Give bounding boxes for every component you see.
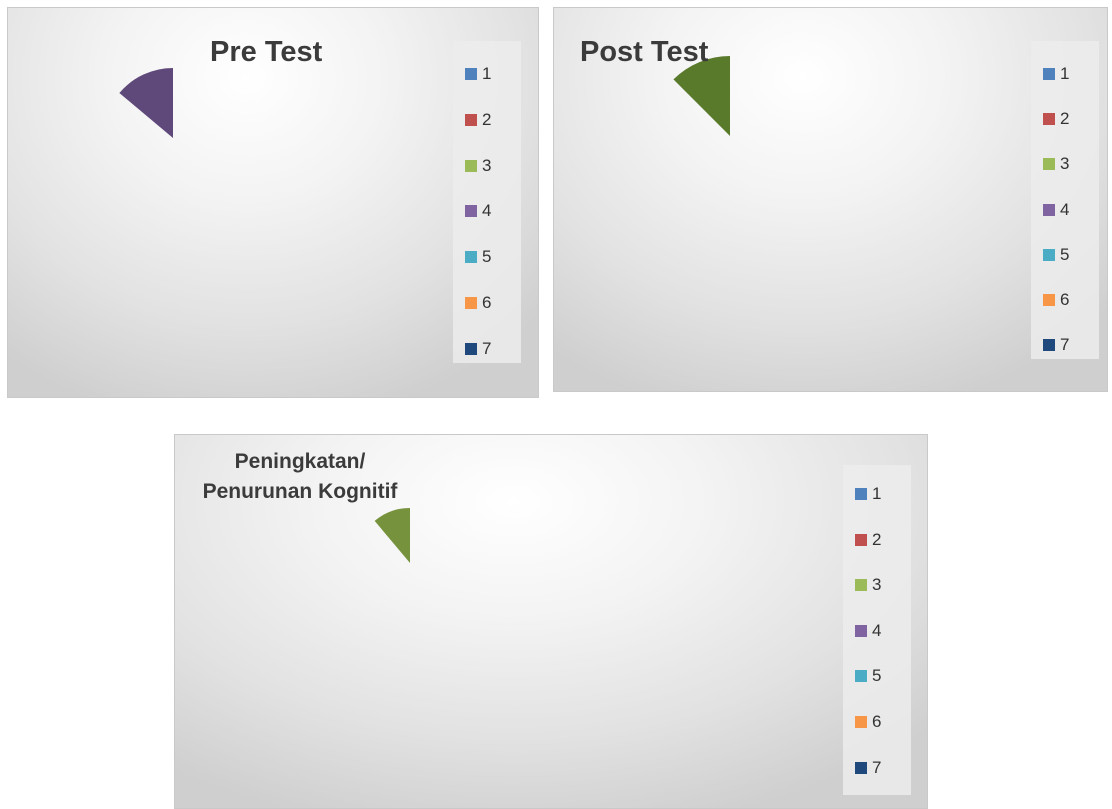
legend-label: 5 — [482, 247, 492, 267]
legend-item-3: 3 — [855, 575, 881, 595]
legend-label: 5 — [872, 666, 882, 686]
legend-item-2: 2 — [465, 110, 491, 130]
legend-label: 4 — [872, 620, 882, 640]
legend-item-7: 7 — [465, 339, 491, 359]
legend-swatch-icon — [1043, 339, 1055, 352]
figure: Pre Test 1 2 3 4 5 6 7 Post Test 1 2 3 4 5 6 7 Penin… — [0, 0, 1112, 809]
legend-swatch-icon — [1043, 248, 1055, 261]
legend-swatch-icon — [1043, 158, 1055, 171]
chart-title-line-1: Peningkatan/ — [234, 450, 366, 473]
pie-slice-4 — [119, 68, 173, 138]
legend-swatch-icon — [465, 342, 477, 355]
legend-swatch-icon — [1043, 294, 1055, 306]
legend-item-3: 3 — [465, 156, 491, 176]
legend-item-6: 6 — [465, 293, 491, 313]
legend-swatch-icon — [855, 670, 867, 683]
legend-item-6: 6 — [1043, 290, 1069, 310]
legend-item-1: 1 — [465, 64, 491, 84]
legend-label: 2 — [1060, 109, 1070, 129]
chart-title: Peningkatan/ Penurunan Kognitif — [175, 447, 425, 507]
legend-swatch-icon — [855, 761, 867, 774]
legend-swatch-icon — [855, 716, 867, 728]
legend-item-7: 7 — [1043, 335, 1069, 355]
legend-label: 4 — [1060, 199, 1070, 219]
legend-label: 1 — [482, 64, 492, 83]
chart-title: Pre Test — [210, 36, 322, 69]
chart-title-line-2: Penurunan Kognitif — [202, 480, 398, 503]
legend-label: 6 — [1060, 290, 1070, 309]
legend-label: 3 — [1060, 154, 1070, 174]
chart-title-text: Post Test — [580, 36, 709, 68]
legend-item-1: 1 — [855, 484, 881, 504]
legend-swatch-icon — [855, 579, 867, 592]
legend-item-2: 2 — [1043, 109, 1069, 129]
legend-label: 1 — [1060, 64, 1070, 83]
legend-item-7: 7 — [855, 758, 881, 778]
legend-item-5: 5 — [465, 247, 491, 267]
legend-label: 6 — [482, 293, 492, 312]
legend-item-5: 5 — [855, 666, 881, 686]
legend-swatch-icon — [855, 488, 867, 500]
legend-swatch-icon — [465, 68, 477, 80]
legend-label: 3 — [482, 155, 492, 175]
legend-swatch-icon — [465, 297, 477, 309]
legend-item-4: 4 — [465, 201, 491, 221]
legend-label: 4 — [482, 201, 492, 221]
legend-swatch-icon — [855, 533, 867, 546]
legend-item-6: 6 — [855, 712, 881, 732]
legend-swatch-icon — [465, 205, 477, 218]
legend-item-3: 3 — [1043, 154, 1069, 174]
legend-item-4: 4 — [855, 621, 881, 641]
legend: 1 2 3 4 5 6 7 — [843, 465, 911, 795]
pie-slice-3 — [374, 508, 410, 563]
legend-label: 2 — [872, 529, 882, 549]
legend-swatch-icon — [465, 159, 477, 172]
legend-label: 5 — [1060, 244, 1070, 264]
pre-test-chart: Pre Test 1 2 3 4 5 6 7 — [7, 7, 539, 398]
legend-swatch-icon — [1043, 113, 1055, 126]
legend-item-2: 2 — [855, 530, 881, 550]
legend-label: 2 — [482, 109, 492, 129]
legend-label: 6 — [872, 712, 882, 731]
legend-label: 7 — [1060, 335, 1070, 355]
legend-swatch-icon — [465, 113, 477, 126]
chart-title: Post Test — [580, 36, 708, 69]
legend-swatch-icon — [1043, 203, 1055, 216]
legend-item-5: 5 — [1043, 245, 1069, 265]
legend-label: 7 — [482, 338, 492, 358]
chart-title-text: Pre Test — [210, 36, 323, 68]
legend-label: 3 — [872, 575, 882, 595]
legend: 1 2 3 4 5 6 7 — [1031, 41, 1099, 359]
legend: 1 2 3 4 5 6 7 — [453, 41, 521, 363]
legend-item-1: 1 — [1043, 64, 1069, 84]
legend-label: 7 — [872, 757, 882, 777]
kognitif-chart: Peningkatan/ Penurunan Kognitif 1 2 3 4 5 6 7 — [174, 434, 928, 809]
legend-swatch-icon — [855, 624, 867, 637]
legend-label: 1 — [872, 484, 882, 503]
legend-item-4: 4 — [1043, 200, 1069, 220]
legend-swatch-icon — [1043, 68, 1055, 80]
legend-swatch-icon — [465, 251, 477, 264]
post-test-chart: Post Test 1 2 3 4 5 6 7 — [553, 7, 1108, 392]
